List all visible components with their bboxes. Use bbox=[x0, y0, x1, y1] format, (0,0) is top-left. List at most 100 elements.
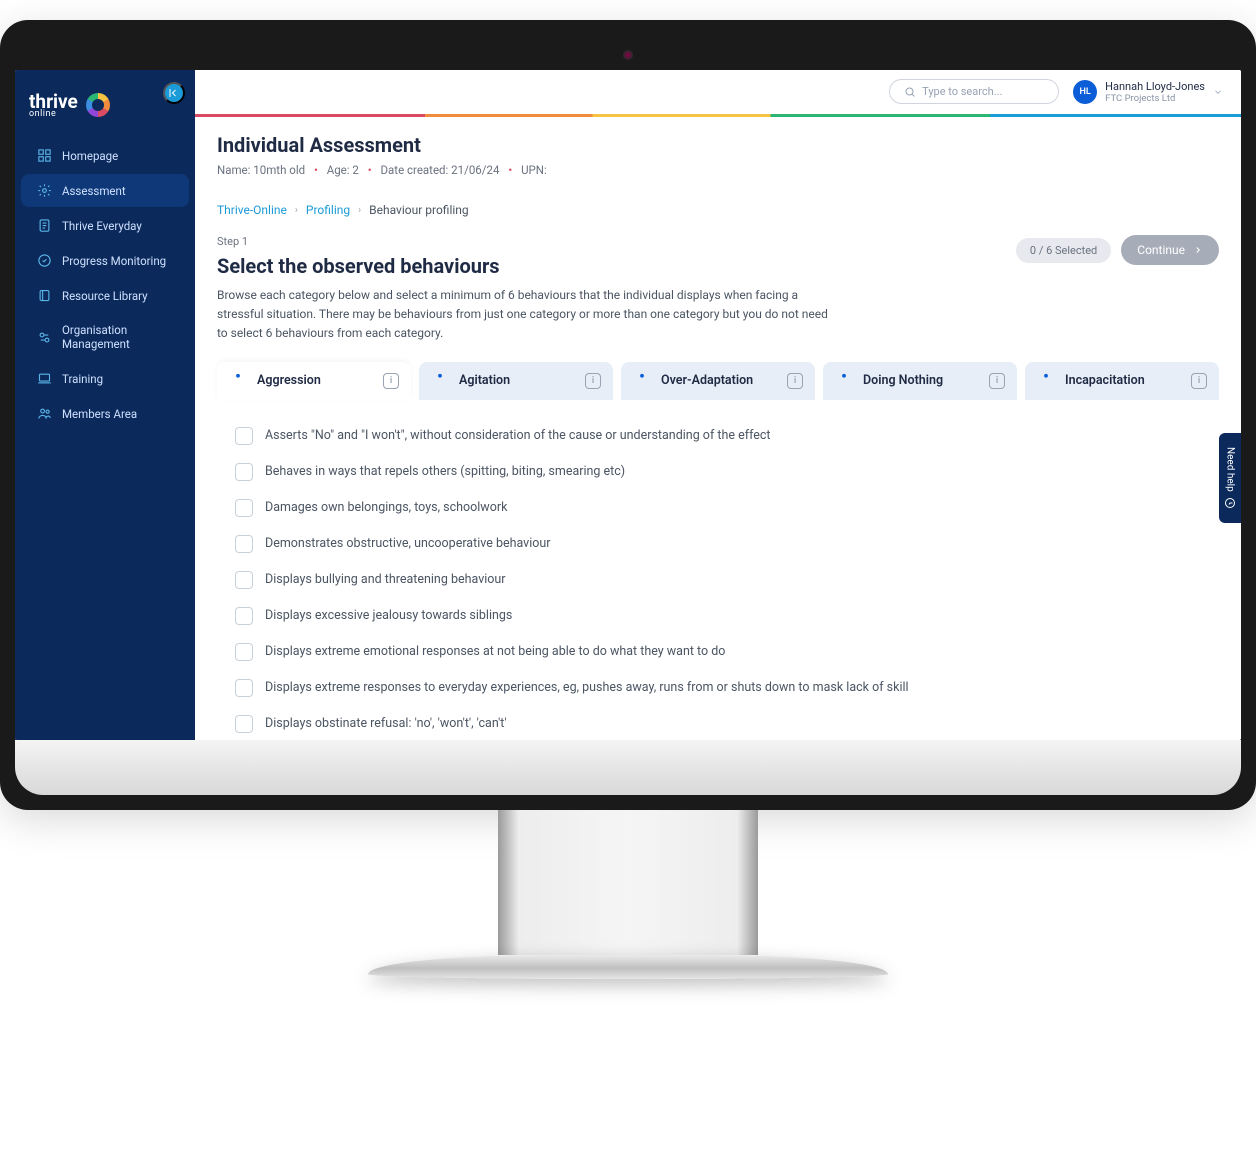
sidebar-item-training[interactable]: Training bbox=[21, 362, 189, 395]
page-body: Individual Assessment Name: 10mth old • … bbox=[195, 117, 1241, 740]
info-icon[interactable]: i bbox=[585, 373, 601, 389]
behaviour-label: Behaves in ways that repels others (spit… bbox=[265, 464, 625, 479]
sidebar-item-homepage[interactable]: Homepage bbox=[21, 139, 189, 172]
sidebar-item-assessment[interactable]: Assessment bbox=[21, 174, 189, 207]
user-name: Hannah Lloyd-Jones bbox=[1105, 80, 1205, 93]
person-icon bbox=[1037, 372, 1055, 390]
checkbox[interactable] bbox=[235, 679, 253, 697]
checkbox[interactable] bbox=[235, 571, 253, 589]
tab-label: Agitation bbox=[459, 373, 510, 388]
behaviour-label: Displays bullying and threatening behavi… bbox=[265, 572, 506, 587]
info-icon[interactable]: i bbox=[989, 373, 1005, 389]
behaviour-row: Displays excessive jealousy towards sibl… bbox=[235, 598, 1201, 634]
search-input[interactable]: Type to search... bbox=[889, 79, 1059, 104]
checkbox[interactable] bbox=[235, 643, 253, 661]
step-label: Step 1 bbox=[217, 235, 996, 248]
avatar: HL bbox=[1073, 80, 1097, 104]
sidebar-item-thrive-everyday[interactable]: Thrive Everyday bbox=[21, 209, 189, 242]
sidebar-item-progress-monitoring[interactable]: Progress Monitoring bbox=[21, 244, 189, 277]
tab-incapacitation[interactable]: Incapacitation i bbox=[1025, 362, 1219, 400]
tab-agitation[interactable]: Agitation i bbox=[419, 362, 613, 400]
monitor-bezel: thrive online HomepageAssessmentThrive E… bbox=[0, 20, 1256, 810]
behaviour-row: Displays bullying and threatening behavi… bbox=[235, 562, 1201, 598]
behaviour-label: Displays extreme emotional responses at … bbox=[265, 644, 725, 659]
gear-icon bbox=[37, 183, 52, 198]
chevron-right-icon: › bbox=[358, 205, 361, 216]
monitor-stand-base bbox=[368, 955, 888, 979]
sidebar-item-label: Assessment bbox=[62, 184, 126, 198]
person-icon bbox=[229, 372, 247, 390]
sidebar-item-organisation-management[interactable]: Organisation Management bbox=[21, 314, 189, 360]
crumb-link[interactable]: Thrive-Online bbox=[217, 203, 287, 217]
sidebar-item-label: Resource Library bbox=[62, 289, 148, 303]
sidebar-item-label: Organisation Management bbox=[62, 323, 173, 351]
laptop-icon bbox=[37, 371, 52, 386]
tab-label: Aggression bbox=[257, 373, 321, 388]
camera-icon bbox=[623, 50, 633, 60]
behaviour-row: Displays extreme emotional responses at … bbox=[235, 634, 1201, 670]
page-title: Individual Assessment bbox=[217, 133, 1219, 157]
target-icon bbox=[37, 253, 52, 268]
person-icon bbox=[835, 372, 853, 390]
tab-label: Doing Nothing bbox=[863, 373, 943, 388]
sidebar: thrive online HomepageAssessmentThrive E… bbox=[15, 70, 195, 740]
screen: thrive online HomepageAssessmentThrive E… bbox=[15, 70, 1241, 740]
info-icon[interactable]: i bbox=[383, 373, 399, 389]
chevron-right-icon: › bbox=[295, 205, 298, 216]
sidebar-item-label: Thrive Everyday bbox=[62, 219, 142, 233]
checkbox[interactable] bbox=[235, 463, 253, 481]
monitor-stand-neck bbox=[498, 810, 758, 955]
search-placeholder: Type to search... bbox=[922, 85, 1002, 98]
selected-count-pill: 0 / 6 Selected bbox=[1016, 238, 1111, 263]
sidebar-item-label: Training bbox=[62, 372, 103, 386]
sidebar-nav: Homepage Assessment Thrive Everyday Progres… bbox=[15, 139, 195, 430]
grid-icon bbox=[37, 148, 52, 163]
category-tabs: AggressioniAgitationiOver-AdaptationiDoi… bbox=[217, 362, 1219, 400]
behaviour-row: Displays obstinate refusal: 'no', 'won't… bbox=[235, 706, 1201, 740]
continue-button[interactable]: Continue bbox=[1121, 235, 1219, 265]
user-org: FTC Projects Ltd bbox=[1105, 93, 1205, 104]
tab-aggression[interactable]: Aggression i bbox=[217, 362, 411, 400]
behaviour-label: Displays obstinate refusal: 'no', 'won't… bbox=[265, 716, 507, 731]
tab-doing-nothing[interactable]: Doing Nothing i bbox=[823, 362, 1017, 400]
tab-panel: Asserts "No" and "I won't", without cons… bbox=[217, 404, 1219, 740]
behaviour-label: Displays excessive jealousy towards sibl… bbox=[265, 608, 512, 623]
sidebar-item-label: Progress Monitoring bbox=[62, 254, 166, 268]
checkbox[interactable] bbox=[235, 715, 253, 733]
doc-icon bbox=[37, 218, 52, 233]
crumb-current: Behaviour profiling bbox=[369, 203, 469, 217]
logo-ring-icon bbox=[86, 93, 110, 117]
sidebar-collapse-button[interactable] bbox=[163, 82, 185, 104]
tab-over-adaptation[interactable]: Over-Adaptation i bbox=[621, 362, 815, 400]
sidebar-item-resource-library[interactable]: Resource Library bbox=[21, 279, 189, 312]
behaviour-row: Behaves in ways that repels others (spit… bbox=[235, 454, 1201, 490]
behaviour-label: Demonstrates obstructive, uncooperative … bbox=[265, 536, 551, 551]
checkbox[interactable] bbox=[235, 607, 253, 625]
sidebar-item-members-area[interactable]: Members Area bbox=[21, 397, 189, 430]
tab-label: Over-Adaptation bbox=[661, 373, 753, 388]
monitor-chin bbox=[15, 740, 1241, 795]
behaviour-label: Damages own belongings, toys, schoolwork bbox=[265, 500, 507, 515]
info-icon[interactable]: i bbox=[1191, 373, 1207, 389]
sidebar-item-label: Homepage bbox=[62, 149, 118, 163]
breadcrumb: Thrive-Online › Profiling › Behaviour pr… bbox=[217, 203, 1219, 217]
checkbox[interactable] bbox=[235, 499, 253, 517]
behaviour-label: Displays extreme responses to everyday e… bbox=[265, 680, 909, 695]
need-help-tab[interactable]: Need help bbox=[1219, 433, 1241, 523]
book-icon bbox=[37, 288, 52, 303]
checkbox[interactable] bbox=[235, 535, 253, 553]
behaviour-row: Demonstrates obstructive, uncooperative … bbox=[235, 526, 1201, 562]
section-heading: Select the observed behaviours bbox=[217, 254, 996, 278]
behaviour-row: Damages own belongings, toys, schoolwork bbox=[235, 490, 1201, 526]
tab-label: Incapacitation bbox=[1065, 373, 1145, 388]
checkbox[interactable] bbox=[235, 427, 253, 445]
info-icon[interactable]: i bbox=[787, 373, 803, 389]
sidebar-item-label: Members Area bbox=[62, 407, 137, 421]
main-content: Type to search... HL Hannah Lloyd-Jones … bbox=[195, 70, 1241, 740]
behaviour-row: Asserts "No" and "I won't", without cons… bbox=[235, 418, 1201, 454]
user-menu[interactable]: HL Hannah Lloyd-Jones FTC Projects Ltd bbox=[1073, 80, 1223, 104]
crumb-link[interactable]: Profiling bbox=[306, 203, 350, 217]
person-icon bbox=[431, 372, 449, 390]
person-icon bbox=[633, 372, 651, 390]
users-icon bbox=[37, 406, 52, 421]
